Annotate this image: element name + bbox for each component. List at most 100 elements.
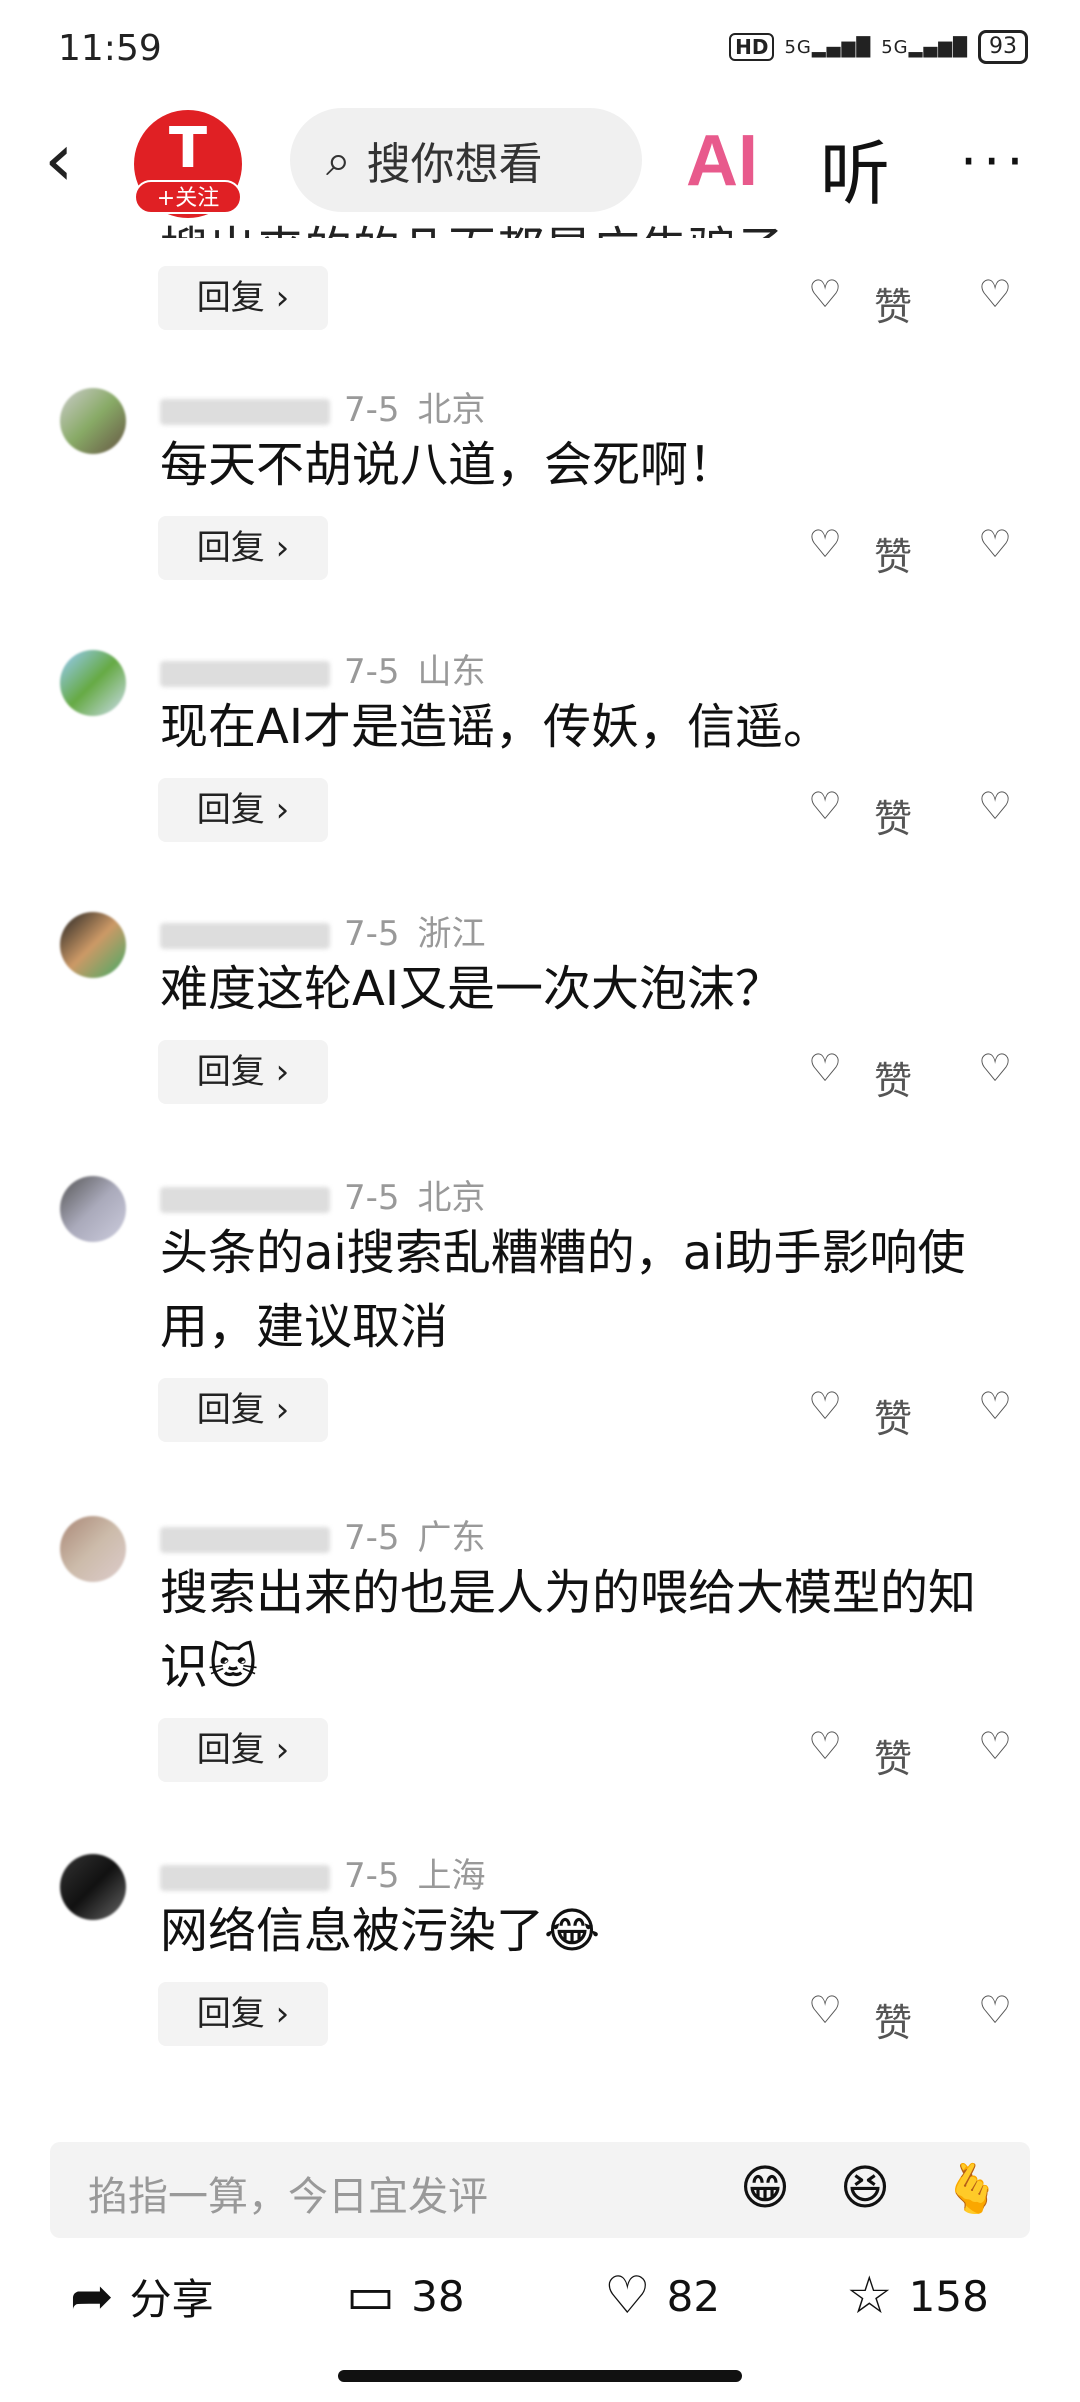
star-icon: ☆	[846, 2266, 893, 2326]
reply-button[interactable]: 回复 ›	[158, 1718, 328, 1782]
avatar[interactable]	[60, 1854, 126, 1920]
reply-button[interactable]: 回复 ›	[158, 1982, 328, 2046]
like-label[interactable]: 赞	[874, 1728, 912, 1783]
hd-icon: HD	[729, 33, 775, 61]
comment-text: 难度这轮AI又是一次大泡沫？	[160, 961, 783, 1017]
ai-button[interactable]: AI	[686, 120, 758, 202]
username-blurred[interactable]	[160, 1864, 330, 1891]
search-icon: ⌕	[326, 134, 351, 186]
status-time: 11:59	[58, 28, 162, 69]
comment-actions: 回复 › ♡ 赞 ♡	[158, 266, 1018, 330]
favorite-button[interactable]: ☆ 158	[846, 2266, 989, 2326]
reply-button[interactable]: 回复 ›	[158, 266, 328, 330]
heart-icon: ♡	[604, 2266, 651, 2326]
comment-text: 搜索出来的也是人为的喂给大模型的知识🐱	[160, 1565, 977, 1695]
broken-heart-icon[interactable]: ♡	[978, 784, 1012, 828]
like-count: 82	[666, 2271, 721, 2321]
avatar[interactable]	[60, 912, 126, 978]
heart-icon[interactable]: ♡	[808, 784, 842, 828]
comment-meta: 7-5 北京	[160, 382, 486, 431]
broken-heart-icon[interactable]: ♡	[978, 1988, 1012, 2032]
emoji-heart-hand-icon[interactable]: 🫰	[942, 2160, 1002, 2217]
comment-actions: 回复 › ♡ 赞 ♡	[158, 1040, 1018, 1104]
avatar[interactable]	[60, 650, 126, 716]
signal-icon-2: 5G▂▄▆█	[881, 36, 968, 58]
status-right: HD 5G▂▄▆█ 5G▂▄▆█ 93	[729, 30, 1028, 64]
heart-icon[interactable]: ♡	[808, 522, 842, 566]
comment-actions: 回复 › ♡ 赞 ♡	[158, 778, 1018, 842]
comment-location: 上海	[417, 1856, 486, 1896]
comment-placeholder: 掐指一算，今日宜发评	[88, 2174, 488, 2220]
like-button[interactable]: ♡ 82	[604, 2266, 720, 2326]
heart-icon[interactable]: ♡	[808, 1046, 842, 1090]
reply-button[interactable]: 回复 ›	[158, 1378, 328, 1442]
username-blurred[interactable]	[160, 922, 330, 949]
follow-button[interactable]: +关注	[134, 180, 242, 214]
username-blurred[interactable]	[160, 398, 330, 425]
bottom-action-bar: ➦ 分享 ▭ 38 ♡ 82 ☆ 158	[0, 2266, 1080, 2346]
home-indicator[interactable]	[338, 2370, 742, 2382]
comment-input[interactable]: 掐指一算，今日宜发评 😁 😆 🫰	[50, 2142, 1030, 2238]
heart-icon[interactable]: ♡	[808, 1988, 842, 2032]
comment-date: 7-5	[344, 652, 400, 692]
comment-location: 广东	[417, 1518, 486, 1558]
comment-date: 7-5	[344, 1856, 400, 1896]
broken-heart-icon[interactable]: ♡	[978, 522, 1012, 566]
battery-icon: 93	[978, 30, 1028, 64]
chevron-left-icon[interactable]: ‹	[44, 120, 74, 200]
comment-date: 7-5	[344, 914, 400, 954]
comment-meta: 7-5 北京	[160, 1170, 486, 1219]
avatar[interactable]	[60, 1176, 126, 1242]
share-icon: ➦	[70, 2266, 114, 2327]
like-label[interactable]: 赞	[874, 526, 912, 581]
comment-text: 网络信息被污染了😂	[160, 1903, 601, 1959]
heart-icon[interactable]: ♡	[808, 1724, 842, 1768]
comment-location: 北京	[417, 1178, 486, 1218]
comment-date: 7-5	[344, 390, 400, 430]
emoji-grin-icon[interactable]: 😁	[740, 2160, 790, 2216]
comment-date: 7-5	[344, 1518, 400, 1558]
avatar[interactable]	[60, 1516, 126, 1582]
broken-heart-icon[interactable]: ♡	[978, 272, 1012, 316]
comment-button[interactable]: ▭ 38	[346, 2266, 465, 2326]
like-label[interactable]: 赞	[874, 276, 912, 331]
reply-button[interactable]: 回复 ›	[158, 778, 328, 842]
logo-letter: T	[168, 116, 208, 181]
broken-heart-icon[interactable]: ♡	[978, 1724, 1012, 1768]
reply-button[interactable]: 回复 ›	[158, 1040, 328, 1104]
listen-button[interactable]: 听	[820, 118, 890, 219]
search-placeholder: 搜你想看	[366, 139, 543, 190]
comment-text: 头条的ai搜索乱糟糟的，ai助手影响使用，建议取消	[160, 1225, 966, 1355]
broken-heart-icon[interactable]: ♡	[978, 1384, 1012, 1428]
like-label[interactable]: 赞	[874, 1388, 912, 1443]
comment-location: 浙江	[417, 914, 486, 954]
like-label[interactable]: 赞	[874, 788, 912, 843]
comment-actions: 回复 › ♡ 赞 ♡	[158, 1378, 1018, 1442]
comment-actions: 回复 › ♡ 赞 ♡	[158, 1718, 1018, 1782]
broken-heart-icon[interactable]: ♡	[978, 1046, 1012, 1090]
more-icon[interactable]: ···	[960, 130, 1030, 193]
comment-meta: 7-5 浙江	[160, 906, 486, 955]
share-label: 分享	[129, 2275, 214, 2324]
like-label[interactable]: 赞	[874, 1992, 912, 2047]
heart-icon[interactable]: ♡	[808, 272, 842, 316]
search-input[interactable]: ⌕ 搜你想看	[290, 108, 642, 212]
reply-button[interactable]: 回复 ›	[158, 516, 328, 580]
account-avatar[interactable]: T +关注	[134, 110, 242, 218]
username-blurred[interactable]	[160, 1526, 330, 1553]
comment-icon: ▭	[346, 2266, 396, 2326]
like-label[interactable]: 赞	[874, 1050, 912, 1105]
comment-meta: 7-5 上海	[160, 1848, 486, 1897]
favorite-count: 158	[908, 2271, 989, 2321]
emoji-laugh-icon[interactable]: 😆	[840, 2160, 890, 2216]
comment-text: 每天不胡说八道，会死啊！	[160, 437, 737, 493]
status-bar: 11:59 HD 5G▂▄▆█ 5G▂▄▆█ 93	[0, 0, 1080, 100]
avatar[interactable]	[60, 388, 126, 454]
comment-date: 7-5	[344, 1178, 400, 1218]
username-blurred[interactable]	[160, 1186, 330, 1213]
comment-location: 山东	[417, 652, 486, 692]
share-button[interactable]: ➦ 分享	[70, 2266, 214, 2327]
comment-meta: 7-5 广东	[160, 1510, 486, 1559]
username-blurred[interactable]	[160, 660, 330, 687]
heart-icon[interactable]: ♡	[808, 1384, 842, 1428]
